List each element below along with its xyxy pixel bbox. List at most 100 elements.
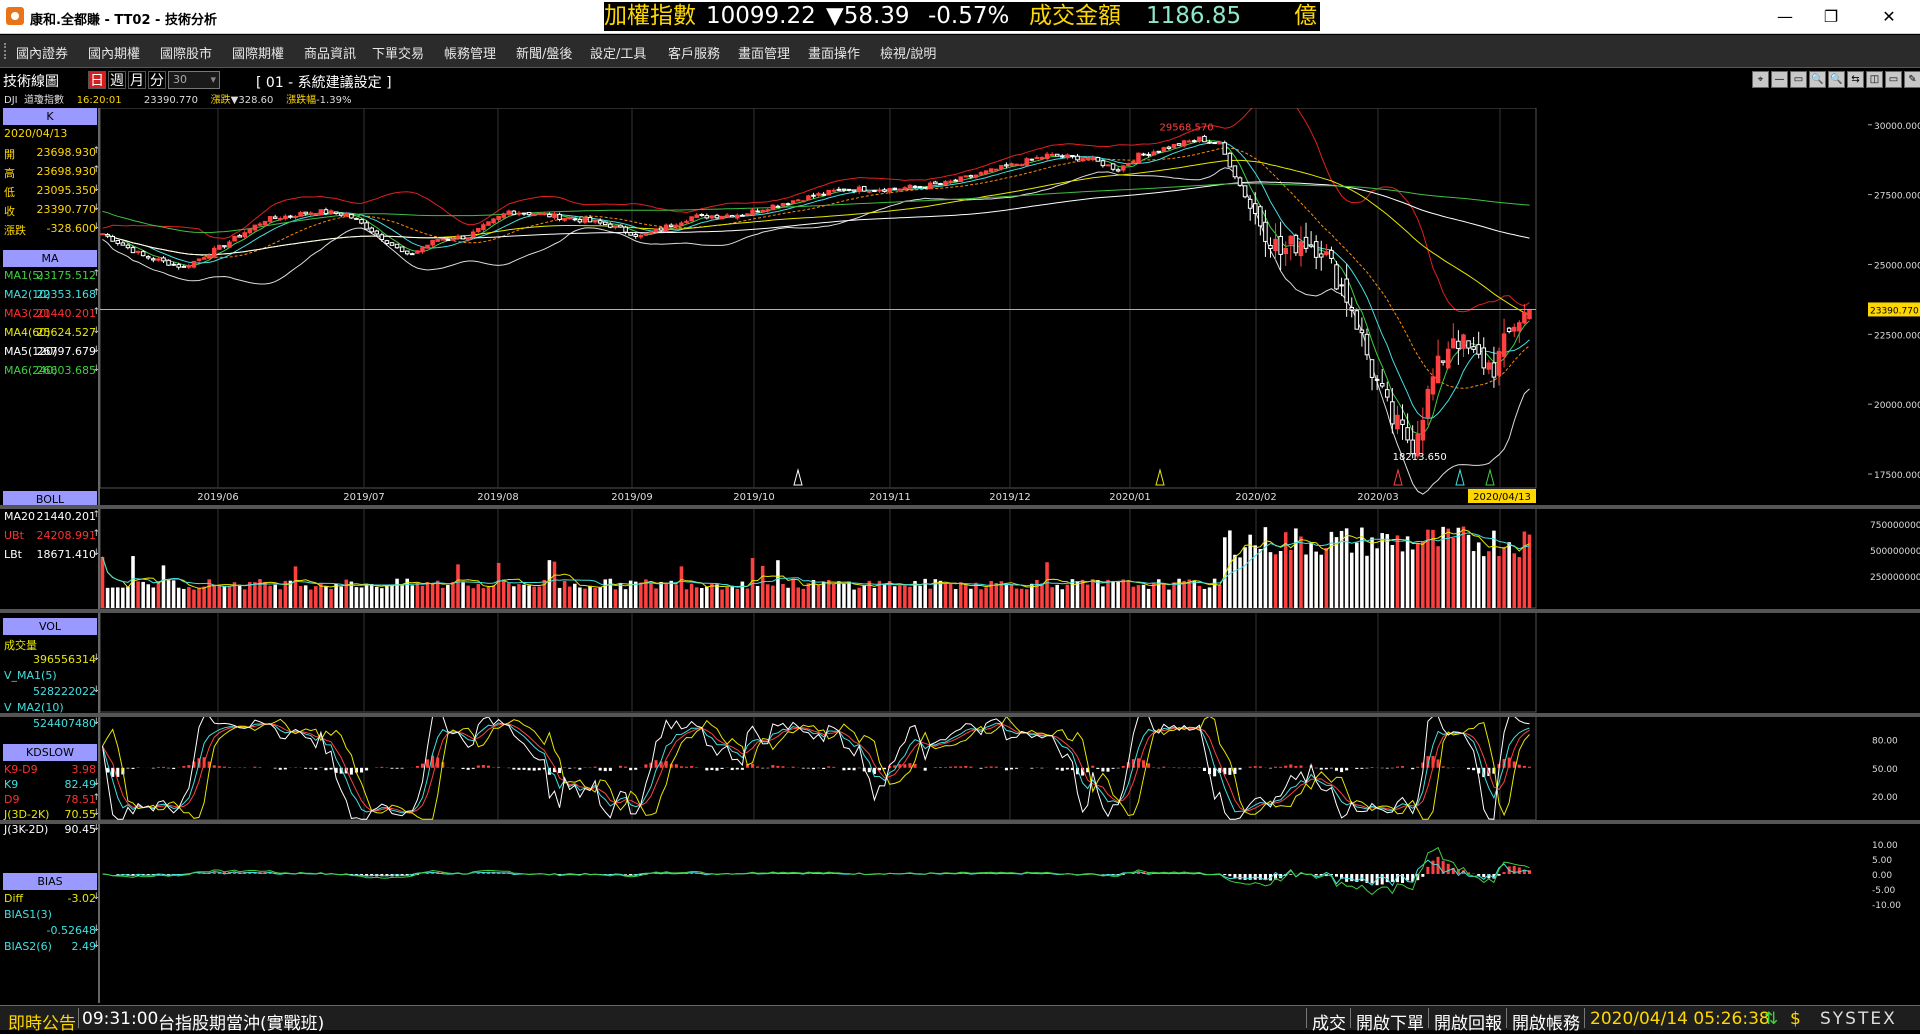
- kd-diff-bar: [807, 768, 810, 769]
- chart-tool-1-icon[interactable]: —: [1771, 71, 1788, 88]
- volume-bar: [1507, 542, 1511, 608]
- indicator-row-kd-2: D978.51↑: [4, 793, 96, 809]
- open-report-button[interactable]: 開啟回報: [1434, 1009, 1502, 1034]
- volume-bar: [1487, 551, 1491, 608]
- chart-tool-5-icon[interactable]: ⇆: [1847, 71, 1864, 88]
- kd-diff-bar: [1147, 763, 1150, 768]
- volume-bar: [1294, 528, 1298, 608]
- news-text[interactable]: 台指股期當沖(實戰班): [158, 1009, 324, 1034]
- menu-item-4[interactable]: 商品資訊: [304, 43, 356, 62]
- close-button[interactable]: ✕: [1866, 0, 1912, 34]
- kd-diff-bar: [330, 768, 333, 770]
- volume-bar: [1187, 579, 1191, 608]
- volume-bar: [928, 589, 932, 608]
- symbol-code: DJI: [4, 95, 18, 106]
- indicator-row-ma-2: MA3(20)21440.201↑: [4, 307, 96, 323]
- trend-arrow-icon: ↑: [92, 146, 100, 156]
- trend-arrow-icon: ↓: [92, 326, 100, 336]
- chart-tool-7-icon[interactable]: ▭: [1885, 71, 1902, 88]
- indicator-value: 24208.991: [37, 529, 97, 542]
- volume-bar: [756, 586, 760, 608]
- kd-diff-bar: [842, 768, 845, 771]
- period-minute-button[interactable]: 分: [148, 71, 166, 89]
- candle-body: [720, 216, 724, 218]
- panel-header-k[interactable]: K: [3, 108, 97, 125]
- menu-item-10[interactable]: 畫面管理: [738, 43, 790, 62]
- candle-body: [629, 233, 633, 236]
- panel-header-ma[interactable]: MA: [3, 250, 97, 267]
- indicator-name: D9: [4, 793, 19, 806]
- candle-body: [1457, 341, 1461, 348]
- kd-diff-bar: [1416, 767, 1419, 768]
- chart-tool-2-icon[interactable]: ▭: [1790, 71, 1807, 88]
- volume-bar: [487, 587, 491, 608]
- period-day-button[interactable]: 日: [88, 71, 106, 89]
- candle-body: [243, 233, 247, 237]
- menu-item-7[interactable]: 新聞/盤後: [516, 43, 572, 62]
- volume-bar: [609, 579, 613, 608]
- pane-separator[interactable]: [0, 505, 1920, 509]
- kd-tick-label: 80.00: [1872, 737, 1898, 747]
- kd-diff-bar: [462, 768, 465, 769]
- kd-diff-bar: [1340, 768, 1343, 772]
- chart-tool-6-icon[interactable]: ◫: [1866, 71, 1883, 88]
- volume-bar: [1421, 541, 1425, 608]
- volume-bar: [1365, 556, 1369, 608]
- system-setting-label[interactable]: [ 01 - 系統建議設定 ]: [256, 72, 392, 92]
- volume-bar: [796, 587, 800, 608]
- minimize-button[interactable]: —: [1762, 0, 1808, 34]
- indicator-row-vol-3: 528222022↓: [4, 685, 96, 701]
- volume-bar: [1370, 537, 1374, 608]
- menu-item-3[interactable]: 國際期權: [232, 43, 284, 62]
- volume-bar: [512, 586, 516, 608]
- maximize-button[interactable]: ❐: [1808, 0, 1854, 34]
- kd-diff-bar: [969, 767, 972, 768]
- quote-change: ▼328.60: [231, 95, 274, 106]
- volume-bar: [146, 584, 150, 608]
- candle-body: [1167, 147, 1171, 148]
- panel-header-vol[interactable]: VOL: [3, 618, 97, 635]
- panel-header-bias[interactable]: BIAS: [3, 873, 97, 890]
- menu-item-5[interactable]: 下單交易: [372, 43, 424, 62]
- panel-header-kd[interactable]: KDSLOW: [3, 744, 97, 761]
- status-divider: [1350, 1008, 1351, 1028]
- volume-bar: [431, 584, 435, 608]
- chart-tool-4-icon[interactable]: 🔍: [1828, 71, 1845, 88]
- candle-body: [172, 264, 176, 265]
- chart-tool-8-icon[interactable]: ✎: [1904, 71, 1920, 88]
- candle-body: [1233, 166, 1237, 177]
- trend-arrow-icon: ↑: [92, 793, 100, 803]
- volume-bar: [426, 582, 430, 608]
- open-order-button[interactable]: 開啟下單: [1356, 1009, 1424, 1034]
- candle-body: [583, 218, 587, 222]
- menu-item-9[interactable]: 客戶服務: [668, 43, 720, 62]
- menu-item-2[interactable]: 國際股市: [160, 43, 212, 62]
- pane-separator[interactable]: [0, 713, 1920, 717]
- price-tick-label: 30000.000: [1874, 122, 1920, 132]
- open-account-button[interactable]: 開啟帳務: [1512, 1009, 1580, 1034]
- chart-tool-0-icon[interactable]: ⌖: [1752, 71, 1769, 88]
- volume-bar: [365, 584, 369, 608]
- menu-item-6[interactable]: 帳務管理: [444, 43, 496, 62]
- candle-body: [573, 219, 577, 220]
- period-month-button[interactable]: 月: [128, 71, 146, 89]
- volume-bar: [106, 588, 110, 608]
- menu-item-12[interactable]: 檢視/說明: [880, 43, 936, 62]
- minutes-select[interactable]: 30: [168, 71, 220, 89]
- menu-item-1[interactable]: 國內期權: [88, 43, 140, 62]
- pane-separator[interactable]: [0, 820, 1920, 824]
- volume-bar: [994, 583, 998, 608]
- trades-button[interactable]: 成交: [1312, 1009, 1346, 1034]
- chart-tool-3-icon[interactable]: 🔍: [1809, 71, 1826, 88]
- price-tick-label: 17500.000: [1874, 471, 1920, 481]
- menu-item-11[interactable]: 畫面操作: [808, 43, 860, 62]
- menu-item-8[interactable]: 設定/工具: [590, 43, 646, 62]
- chart-plot-area[interactable]: 2019/062019/072019/082019/092019/102019/…: [100, 108, 1868, 1003]
- pane-separator[interactable]: [0, 609, 1920, 613]
- candle-body: [263, 221, 267, 224]
- news-label[interactable]: 即時公告: [8, 1009, 76, 1034]
- candle-body: [883, 190, 887, 192]
- period-week-button[interactable]: 週: [108, 71, 126, 89]
- menu-item-0[interactable]: 國內證券: [16, 43, 68, 62]
- kd-diff-bar: [401, 768, 404, 769]
